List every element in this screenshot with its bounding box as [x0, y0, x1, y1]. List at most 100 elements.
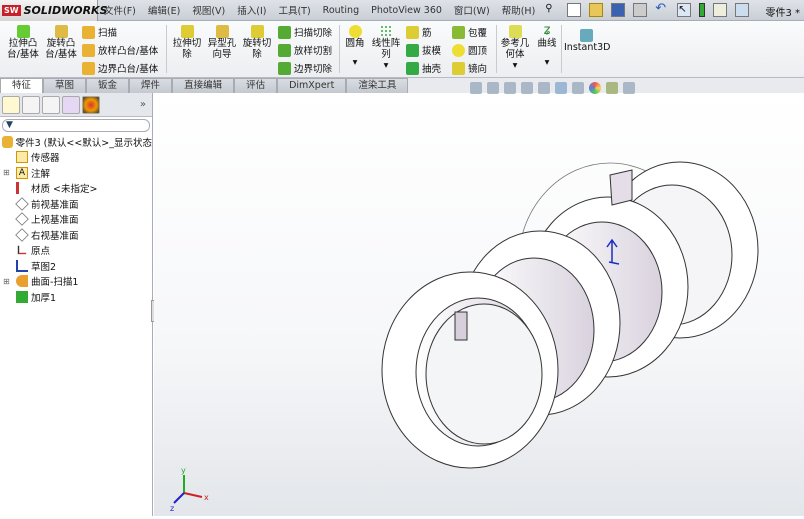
zoom-to-fit-icon[interactable]: [470, 82, 482, 94]
swept-cut-button[interactable]: 扫描切除: [278, 25, 332, 39]
previous-view-icon[interactable]: [504, 82, 516, 94]
collapse-panel-icon[interactable]: »: [140, 99, 146, 110]
rib-icon: [406, 25, 419, 39]
section-view-icon[interactable]: [521, 82, 533, 94]
expand-icon[interactable]: ⊞: [3, 277, 10, 286]
plane-icon: [15, 227, 29, 242]
command-manager-ribbon: 拉伸凸 台/基体 旋转凸 台/基体 扫描 放样凸台/基体 边界凸台/基体 拉伸切…: [0, 21, 804, 78]
apply-scene-icon[interactable]: [606, 82, 618, 94]
ribbon-divider: [561, 25, 562, 73]
tab-dimxpert[interactable]: DimXpert: [277, 78, 347, 93]
revolve-cut-button[interactable]: 旋转切 除: [240, 25, 274, 60]
hide-show-items-icon[interactable]: [572, 82, 584, 94]
fillet-icon: [348, 25, 362, 38]
select-pointer-icon[interactable]: ↖: [677, 3, 692, 17]
mirror-button[interactable]: 镜向: [452, 61, 487, 75]
tree-item-thicken1[interactable]: 加厚1: [0, 289, 152, 305]
instant3d-button[interactable]: Instant3D: [564, 29, 611, 53]
loft-boss-label: 放样凸台/基体: [98, 46, 159, 57]
tree-item-material[interactable]: 材质 <未指定>: [0, 181, 152, 197]
dimxpert-manager-tab-icon[interactable]: [62, 95, 80, 114]
curves-button[interactable]: ʑ 曲线 ▾: [534, 23, 560, 68]
menu-tools[interactable]: 工具(T): [272, 3, 316, 17]
feature-manager-tab-icon[interactable]: [2, 95, 20, 114]
tree-item-surface-sweep1[interactable]: ⊞ 曲面-扫描1: [0, 274, 152, 290]
extrude-boss-label: 拉伸凸 台/基体: [7, 38, 39, 60]
tab-weldments[interactable]: 焊件: [129, 78, 173, 93]
fillet-button[interactable]: 圆角 ▾: [342, 25, 368, 68]
menu-photoview[interactable]: PhotoView 360: [365, 5, 448, 16]
draft-button[interactable]: 拔模: [406, 43, 441, 57]
revolve-boss-button[interactable]: 旋转凸 台/基体: [44, 25, 78, 60]
dome-button[interactable]: 圆顶: [452, 43, 487, 57]
tab-sketch[interactable]: 草图: [43, 78, 87, 93]
reference-geometry-button[interactable]: 参考几 何体 ▾: [498, 25, 532, 71]
menu-file[interactable]: 文件(F): [98, 3, 142, 17]
tree-item-annotations[interactable]: ⊞ A 注解: [0, 165, 152, 181]
menu-edit[interactable]: 编辑(E): [142, 3, 186, 17]
menu-window[interactable]: 窗口(W): [448, 3, 496, 17]
linear-pattern-button[interactable]: 线性阵 列 ▾: [368, 25, 404, 71]
tree-item-top-plane[interactable]: 上视基准面: [0, 212, 152, 228]
view-settings-icon[interactable]: [623, 82, 635, 94]
display-manager-tab-icon[interactable]: [82, 95, 100, 114]
graphics-area[interactable]: y x z: [154, 93, 804, 516]
loft-boss-button[interactable]: 放样凸台/基体: [82, 43, 158, 57]
options-icon[interactable]: [713, 3, 728, 17]
tree-item-sensors[interactable]: 传感器: [0, 150, 152, 166]
hole-wizard-icon: [215, 25, 229, 38]
tab-features[interactable]: 特征: [0, 78, 44, 93]
undo-icon[interactable]: ↶: [655, 2, 669, 17]
shell-icon: [406, 61, 419, 75]
wrap-button[interactable]: 包覆: [452, 25, 487, 39]
tree-item-label: 注解: [31, 168, 51, 180]
menu-insert[interactable]: 插入(I): [231, 3, 272, 17]
open-folder-icon[interactable]: [589, 3, 604, 17]
customize-icon[interactable]: [735, 3, 750, 17]
tree-root-part[interactable]: 零件3 (默认<<默认>_显示状态: [0, 134, 152, 150]
boundary-cut-button[interactable]: 边界切除: [278, 61, 332, 75]
print-icon[interactable]: [633, 3, 648, 17]
ribbon-divider: [166, 25, 167, 73]
shell-button[interactable]: 抽壳: [406, 61, 441, 75]
tree-item-front-plane[interactable]: 前视基准面: [0, 196, 152, 212]
solidworks-logo[interactable]: SW SOLIDWORKS: [0, 0, 108, 21]
expand-icon[interactable]: ⊞: [3, 168, 10, 177]
menu-help[interactable]: 帮助(H): [496, 3, 542, 17]
tab-sheet-metal[interactable]: 钣金: [86, 78, 130, 93]
extrude-boss-button[interactable]: 拉伸凸 台/基体: [6, 25, 40, 60]
tree-item-right-plane[interactable]: 右视基准面: [0, 227, 152, 243]
boundary-boss-button[interactable]: 边界凸台/基体: [82, 61, 158, 75]
rebuild-traffic-light-icon[interactable]: [699, 3, 706, 17]
new-document-icon[interactable]: [567, 3, 582, 17]
configuration-manager-tab-icon[interactable]: [42, 95, 60, 114]
pin-icon[interactable]: ⚲: [545, 3, 559, 17]
display-style-icon[interactable]: [555, 82, 567, 94]
linear-pattern-icon: [379, 25, 393, 38]
instant3d-label: Instant3D: [564, 42, 611, 53]
tab-direct-editing[interactable]: 直接编辑: [172, 78, 235, 93]
tree-item-sketch2[interactable]: 草图2: [0, 258, 152, 274]
view-orientation-icon[interactable]: [538, 82, 550, 94]
tab-evaluate[interactable]: 评估: [234, 78, 278, 93]
revolve-cut-icon: [250, 25, 264, 38]
swept-cut-icon: [278, 25, 291, 39]
lofted-cut-icon: [278, 43, 291, 57]
zoom-to-area-icon[interactable]: [487, 82, 499, 94]
tree-filter-input[interactable]: ▼: [2, 119, 150, 132]
lofted-cut-button[interactable]: 放样切割: [278, 43, 332, 57]
tab-render-tools[interactable]: 渲染工具: [346, 78, 409, 93]
filter-icon: ▼: [6, 120, 13, 130]
revolve-boss-label: 旋转凸 台/基体: [45, 38, 77, 60]
rib-button[interactable]: 筋: [406, 25, 432, 39]
menu-routing[interactable]: Routing: [317, 5, 365, 16]
save-icon[interactable]: [611, 3, 626, 17]
menu-view[interactable]: 视图(V): [186, 3, 231, 17]
sweep-button[interactable]: 扫描: [82, 25, 117, 39]
property-manager-tab-icon[interactable]: [22, 95, 40, 114]
hole-wizard-button[interactable]: 异型孔 向导: [205, 25, 239, 60]
curves-icon: ʑ: [543, 23, 551, 38]
extrude-cut-button[interactable]: 拉伸切 除: [170, 25, 204, 60]
tree-item-origin[interactable]: 原点: [0, 243, 152, 259]
edit-appearance-icon[interactable]: [589, 82, 601, 94]
